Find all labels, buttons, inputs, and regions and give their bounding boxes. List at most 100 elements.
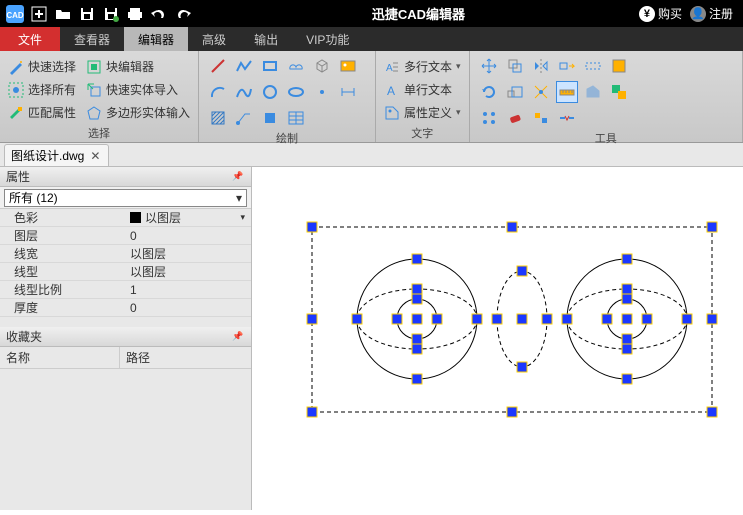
propdef-button[interactable]: 属性定义▾ (384, 104, 461, 121)
buy-label: 购买 (658, 5, 682, 22)
fav-columns: 名称 路径 (0, 347, 251, 369)
register-button[interactable]: 👤注册 (690, 5, 733, 22)
yen-icon: ¥ (639, 6, 655, 22)
ellipse-icon[interactable] (285, 81, 307, 103)
align-icon[interactable] (530, 107, 552, 129)
prop-row-linetype[interactable]: 线型以图层 (0, 263, 251, 281)
area-icon[interactable] (582, 81, 604, 103)
new-icon[interactable] (28, 3, 50, 25)
arc-icon[interactable] (207, 81, 229, 103)
move-icon[interactable] (478, 55, 500, 77)
buy-button[interactable]: ¥购买 (639, 5, 682, 22)
ribbon-group-tools: 工具 (470, 51, 743, 142)
props-table: 色彩 以图层▾ 图层0 线宽以图层 线型以图层 线型比例1 厚度0 (0, 209, 251, 317)
trim-icon[interactable] (582, 55, 604, 77)
app-icon[interactable]: CAD (4, 3, 26, 25)
properties-panel: 属性 📌 所有 (12) 色彩 以图层▾ 图层0 线宽以图层 线型以图层 线型比… (0, 167, 252, 510)
tab-file[interactable]: 文件 (0, 27, 60, 51)
leader-icon[interactable] (233, 107, 255, 129)
props-header: 属性 📌 (0, 167, 251, 187)
undo-icon[interactable] (148, 3, 170, 25)
polygon-icon (86, 105, 102, 121)
prop-row-ltscale[interactable]: 线型比例1 (0, 281, 251, 299)
rect-icon[interactable] (259, 55, 281, 77)
array-icon[interactable] (478, 107, 500, 129)
quick-entity-import-button[interactable]: 快速实体导入 (86, 81, 178, 98)
prop-row-thickness[interactable]: 厚度0 (0, 299, 251, 317)
fav-header: 收藏夹 📌 (0, 327, 251, 347)
copy-icon[interactable] (504, 55, 526, 77)
close-tab-icon[interactable]: ✕ (88, 149, 102, 163)
ribbon-group-draw: 绘制 (199, 51, 376, 142)
line-icon[interactable] (207, 55, 229, 77)
rotate-icon[interactable] (478, 81, 500, 103)
draw-icon-grid (207, 55, 367, 129)
tab-vip[interactable]: VIP功能 (292, 27, 363, 51)
circle-icon[interactable] (259, 81, 281, 103)
print-icon[interactable] (124, 3, 146, 25)
quick-access-toolbar: CAD (0, 3, 198, 25)
tab-advanced[interactable]: 高级 (188, 27, 240, 51)
erase-icon[interactable] (504, 107, 526, 129)
prop-row-layer[interactable]: 图层0 (0, 227, 251, 245)
3dbox-icon[interactable] (311, 55, 333, 77)
tab-output[interactable]: 输出 (240, 27, 292, 51)
mtext-icon: A (384, 59, 400, 75)
import-icon (86, 82, 102, 98)
text-group-label: 文字 (384, 124, 461, 141)
select-all-button[interactable]: 选择所有 (8, 81, 76, 98)
drawing-canvas[interactable] (252, 167, 743, 510)
scale-icon[interactable] (504, 81, 526, 103)
polyline-icon[interactable] (233, 55, 255, 77)
wand-icon (8, 59, 24, 75)
mtext-button[interactable]: A多行文本▾ (384, 58, 461, 75)
open-icon[interactable] (52, 3, 74, 25)
save-icon[interactable] (76, 3, 98, 25)
tag-icon (384, 105, 400, 121)
props-selector-row: 所有 (12) (0, 187, 251, 209)
polygon-entity-input-button[interactable]: 多边形实体输入 (86, 104, 190, 121)
document-tab[interactable]: 图纸设计.dwg ✕ (4, 144, 109, 166)
explode-icon[interactable] (530, 81, 552, 103)
dimension-icon[interactable] (337, 81, 359, 103)
menubar: 文件 查看器 编辑器 高级 输出 VIP功能 (0, 27, 743, 51)
block-editor-button[interactable]: 块编辑器 (86, 58, 154, 75)
stext-icon: A (384, 82, 400, 98)
point-icon[interactable] (311, 81, 333, 103)
brush-icon (8, 105, 24, 121)
table-icon[interactable] (285, 107, 307, 129)
prop-row-lineweight[interactable]: 线宽以图层 (0, 245, 251, 263)
spline-icon[interactable] (233, 81, 255, 103)
fav-col-name: 名称 (0, 347, 120, 368)
titlebar-right: ¥购买 👤注册 (639, 5, 743, 22)
titlebar: CAD 迅捷CAD编辑器 ¥购买 👤注册 (0, 0, 743, 27)
match-props-button[interactable]: 匹配属性 (8, 104, 76, 121)
offset-icon[interactable] (608, 55, 630, 77)
select-all-icon (8, 82, 24, 98)
pin-icon[interactable]: 📌 (231, 330, 245, 344)
image-icon[interactable] (337, 55, 359, 77)
stretch-icon[interactable] (556, 55, 578, 77)
tab-viewer[interactable]: 查看器 (60, 27, 124, 51)
pin-icon[interactable]: 📌 (231, 170, 245, 184)
canvas-svg (252, 167, 743, 510)
quick-select-button[interactable]: 快速选择 (8, 58, 76, 75)
hatch-icon[interactable] (207, 107, 229, 129)
break-icon[interactable] (556, 107, 578, 129)
saveas-icon[interactable] (100, 3, 122, 25)
color-swatch (130, 212, 141, 223)
draw-group-label: 绘制 (207, 129, 367, 146)
group-icon[interactable] (608, 81, 630, 103)
workspace: 属性 📌 所有 (12) 色彩 以图层▾ 图层0 线宽以图层 线型以图层 线型比… (0, 167, 743, 510)
redo-icon[interactable] (172, 3, 194, 25)
entity-selector[interactable]: 所有 (12) (4, 189, 247, 207)
tab-editor[interactable]: 编辑器 (124, 27, 188, 51)
ribbon: 快速选择 块编辑器 选择所有 快速实体导入 匹配属性 多边形实体输入 选择 (0, 51, 743, 143)
mirror-icon[interactable] (530, 55, 552, 77)
stext-button[interactable]: A单行文本 (384, 81, 452, 98)
measure-icon[interactable] (556, 81, 578, 103)
cloud-icon[interactable] (285, 55, 307, 77)
prop-row-color[interactable]: 色彩 以图层▾ (0, 209, 251, 227)
insert-block-icon[interactable] (259, 107, 281, 129)
svg-text:A: A (387, 84, 395, 98)
